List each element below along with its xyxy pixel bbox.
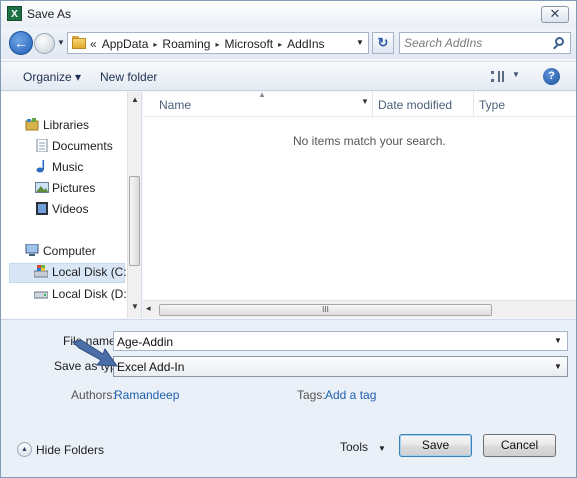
change-view-button[interactable]: ▼ bbox=[491, 69, 523, 85]
music-icon bbox=[36, 160, 45, 173]
breadcrumb-separator-icon[interactable]: ▸ bbox=[215, 40, 219, 49]
save-button[interactable]: Save bbox=[399, 434, 472, 457]
nav-item-pictures[interactable]: Pictures bbox=[52, 181, 95, 195]
local-disk-c-icon bbox=[34, 265, 48, 278]
scroll-down-icon[interactable]: ▼ bbox=[131, 302, 139, 311]
nav-item-documents[interactable]: Documents bbox=[52, 139, 113, 153]
column-type[interactable]: Type bbox=[479, 98, 505, 112]
column-header: ▲ Name ▼ Date modified Type bbox=[143, 90, 576, 117]
chevron-down-icon: ▼ bbox=[512, 70, 520, 79]
breadcrumb-item-appdata[interactable]: AppData bbox=[102, 37, 149, 51]
documents-icon bbox=[36, 139, 48, 152]
address-bar[interactable]: « AppData ▸ Roaming ▸ Microsoft ▸ AddIns… bbox=[67, 32, 369, 54]
new-folder-button[interactable]: New folder bbox=[100, 70, 157, 84]
file-name-dropdown-icon[interactable]: ▼ bbox=[554, 336, 562, 345]
local-disk-d-icon bbox=[34, 291, 48, 299]
forward-button[interactable] bbox=[34, 33, 55, 54]
organize-button[interactable]: Organize ▾ bbox=[23, 70, 81, 84]
save-as-type-value: Excel Add-In bbox=[117, 360, 185, 374]
tools-label: Tools bbox=[340, 440, 369, 454]
horizontal-scrollbar[interactable]: ◂ III bbox=[143, 300, 576, 318]
nav-item-local-disk-c[interactable]: Local Disk (C:) bbox=[52, 265, 131, 279]
history-dropdown-icon[interactable]: ▼ bbox=[56, 36, 66, 50]
tools-button[interactable]: Tools ▼ bbox=[340, 440, 386, 454]
nav-item-local-disk-d[interactable]: Local Disk (D:) bbox=[52, 287, 131, 301]
column-name[interactable]: Name bbox=[159, 98, 191, 112]
pictures-icon bbox=[35, 182, 49, 193]
nav-item-computer[interactable]: Computer bbox=[43, 244, 96, 258]
breadcrumb-separator-icon[interactable]: ▸ bbox=[278, 40, 282, 49]
computer-icon bbox=[25, 244, 39, 256]
save-as-type-select[interactable]: Excel Add-In ▼ bbox=[113, 356, 568, 377]
chevron-up-icon: ▲ bbox=[17, 442, 32, 457]
horizontal-scroll-thumb[interactable]: III bbox=[159, 304, 492, 316]
file-name-field[interactable]: ▼ bbox=[113, 331, 568, 351]
file-name-input[interactable] bbox=[117, 334, 537, 349]
save-options-area: File name: ▼ Save as type: Excel Add-In … bbox=[1, 319, 576, 477]
nav-item-libraries[interactable]: Libraries bbox=[43, 118, 89, 132]
title-bar: X Save As ✕ bbox=[1, 1, 576, 27]
sort-ascending-icon: ▲ bbox=[258, 90, 266, 99]
add-tag-link[interactable]: Add a tag bbox=[325, 388, 376, 402]
nav-item-music[interactable]: Music bbox=[52, 160, 83, 174]
nav-scrollbar[interactable]: ▲ ▼ bbox=[127, 92, 141, 318]
authors-value[interactable]: Ramandeep bbox=[114, 388, 179, 402]
scroll-left-icon[interactable]: ◂ bbox=[146, 303, 151, 314]
hide-folders-label: Hide Folders bbox=[36, 443, 105, 457]
save-as-type-dropdown-icon[interactable]: ▼ bbox=[554, 362, 562, 371]
scroll-up-icon[interactable]: ▲ bbox=[131, 95, 139, 104]
breadcrumb-overflow-icon[interactable]: « bbox=[90, 37, 97, 51]
videos-icon bbox=[36, 202, 48, 215]
navigation-pane: Libraries Documents Music Pictures Video… bbox=[1, 92, 142, 318]
breadcrumb-separator-icon[interactable]: ▸ bbox=[153, 40, 157, 49]
view-list-icon bbox=[491, 71, 504, 82]
refresh-button[interactable]: ↻ bbox=[372, 32, 394, 54]
search-input[interactable] bbox=[404, 35, 544, 51]
breadcrumb-item-microsoft[interactable]: Microsoft bbox=[224, 37, 273, 51]
column-date-modified[interactable]: Date modified bbox=[378, 98, 452, 112]
nav-scroll-thumb[interactable] bbox=[129, 176, 140, 266]
back-arrow-icon: ← bbox=[14, 35, 28, 51]
help-button[interactable]: ? bbox=[543, 68, 560, 85]
breadcrumb-item-addins[interactable]: AddIns bbox=[287, 37, 324, 51]
authors-label: Authors: bbox=[71, 388, 116, 402]
address-dropdown-icon[interactable]: ▼ bbox=[356, 38, 364, 47]
chevron-down-icon: ▼ bbox=[378, 444, 386, 453]
address-row: ← ▼ « AppData ▸ Roaming ▸ Microsoft ▸ Ad… bbox=[1, 27, 576, 59]
hide-folders-button[interactable]: ▲ Hide Folders bbox=[17, 442, 117, 460]
folder-icon bbox=[72, 36, 86, 50]
tags-label: Tags: bbox=[297, 388, 326, 402]
libraries-icon bbox=[25, 118, 39, 131]
search-icon[interactable] bbox=[551, 36, 567, 52]
column-filter-dropdown-icon[interactable]: ▼ bbox=[361, 97, 369, 106]
window-title: Save As bbox=[27, 7, 72, 21]
command-toolbar: Organize ▾ New folder ▼ ? bbox=[1, 61, 576, 91]
file-list-pane: ▲ Name ▼ Date modified Type No items mat… bbox=[143, 90, 576, 318]
save-as-dialog: X Save As ✕ ← ▼ « AppData ▸ Roaming ▸ Mi… bbox=[0, 0, 577, 478]
close-button[interactable]: ✕ bbox=[541, 6, 569, 23]
search-box[interactable] bbox=[399, 32, 571, 54]
excel-app-icon: X bbox=[7, 6, 22, 21]
breadcrumb-item-roaming[interactable]: Roaming bbox=[162, 37, 210, 51]
nav-item-videos[interactable]: Videos bbox=[52, 202, 88, 216]
annotation-arrow-icon bbox=[72, 340, 119, 367]
back-button[interactable]: ← bbox=[9, 31, 33, 55]
refresh-icon: ↻ bbox=[377, 35, 389, 50]
empty-results-message: No items match your search. bbox=[293, 134, 446, 148]
breadcrumb: « AppData ▸ Roaming ▸ Microsoft ▸ AddIns bbox=[90, 37, 325, 51]
cancel-button[interactable]: Cancel bbox=[483, 434, 556, 457]
